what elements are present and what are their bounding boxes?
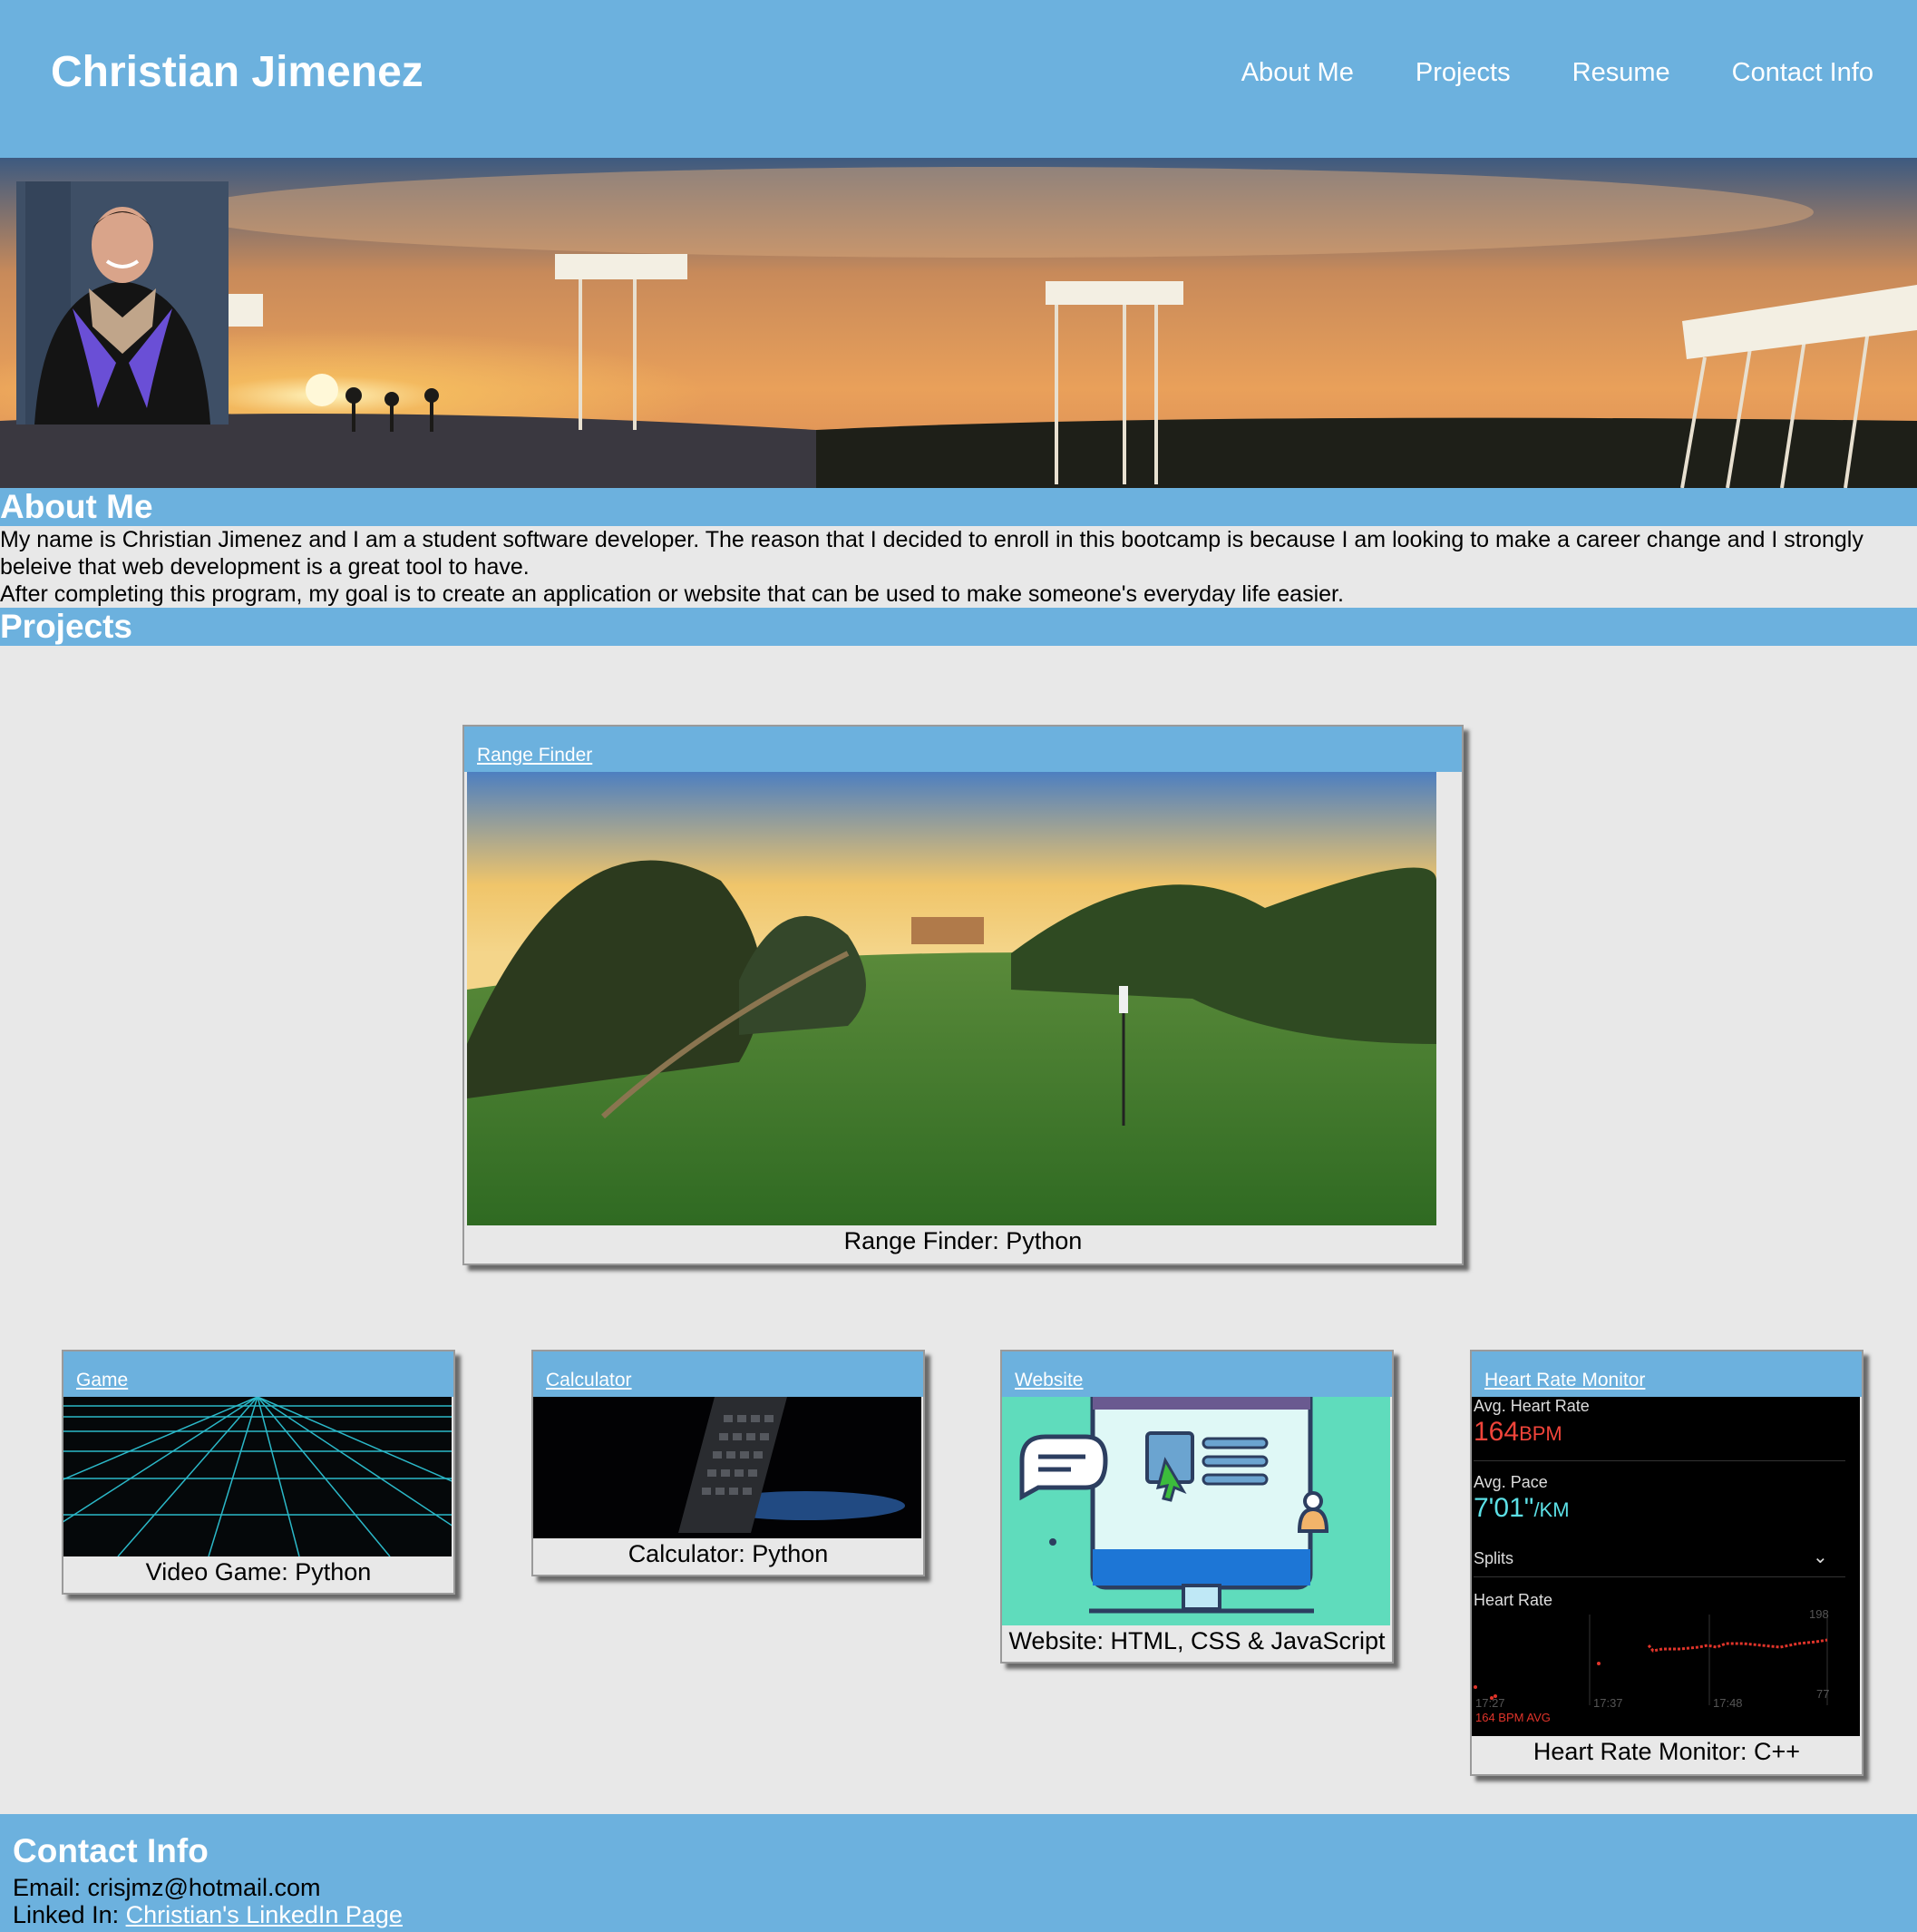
nav-projects[interactable]: Projects xyxy=(1416,58,1511,88)
site-title: Christian Jimenez xyxy=(51,48,423,96)
graph-max-label: 198 xyxy=(1809,1607,1829,1621)
email-line: Email: crisjmz@hotmail.com xyxy=(13,1874,320,1902)
about-me-heading: About Me xyxy=(0,488,153,525)
project-link-website[interactable]: Website xyxy=(1015,1370,1083,1391)
hero-banner xyxy=(0,158,1917,488)
project-caption-heart-rate-monitor: Heart Rate Monitor: C++ xyxy=(1533,1738,1801,1765)
hr-avg-value: 164BPM xyxy=(1474,1417,1562,1447)
linkedin-label: Linked In: xyxy=(13,1901,126,1928)
card-header: Calculator xyxy=(533,1351,923,1397)
game-image xyxy=(63,1397,452,1556)
card-header: Website xyxy=(1002,1351,1392,1397)
email-label: Email: xyxy=(13,1874,88,1901)
card-header: Game xyxy=(63,1351,453,1397)
nav-about-me[interactable]: About Me xyxy=(1241,58,1354,88)
about-me-text: My name is Christian Jimenez and I am a … xyxy=(0,526,1904,608)
project-card-heart-rate-monitor: Heart Rate Monitor Avg. Heart Rate 164BP… xyxy=(1470,1350,1863,1776)
project-caption-game: Video Game: Python xyxy=(145,1558,372,1586)
site-header: Christian Jimenez About Me Projects Resu… xyxy=(0,0,1917,158)
project-card-game: Game Video Game: Python xyxy=(62,1350,455,1595)
graph-min-label: 77 xyxy=(1816,1687,1830,1701)
website-image xyxy=(1002,1397,1390,1625)
profile-photo xyxy=(16,181,229,424)
heart-rate-image: Avg. Heart Rate 164BPM Avg. Pace 7'01"/K… xyxy=(1472,1397,1860,1736)
project-caption-website: Website: HTML, CSS & JavaScript xyxy=(1008,1627,1386,1654)
time-label-3: 17:48 xyxy=(1713,1696,1743,1710)
chevron-down-icon: ⌄ xyxy=(1813,1547,1828,1567)
project-card-website: Website Website: HTML, CSS & JavaScript xyxy=(1000,1350,1394,1664)
email-address: crisjmz@hotmail.com xyxy=(87,1874,321,1901)
about-paragraph-2: After completing this program, my goal i… xyxy=(0,581,1344,607)
project-card-calculator: Calculator Calculator: Python xyxy=(531,1350,925,1576)
contact-heading: Contact Info xyxy=(13,1832,209,1869)
time-label-1: 17:27 xyxy=(1475,1696,1505,1710)
card-header: Heart Rate Monitor xyxy=(1472,1351,1862,1397)
project-link-calculator[interactable]: Calculator xyxy=(546,1370,632,1391)
nav-resume[interactable]: Resume xyxy=(1572,58,1670,88)
nav-contact-info[interactable]: Contact Info xyxy=(1732,58,1873,88)
project-link-game[interactable]: Game xyxy=(76,1370,128,1391)
projects-bar: Projects xyxy=(0,608,1917,646)
project-caption-range-finder: Range Finder: Python xyxy=(843,1227,1083,1254)
time-label-2: 17:37 xyxy=(1593,1696,1623,1710)
pace-label: Avg. Pace xyxy=(1474,1473,1548,1491)
about-paragraph-1: My name is Christian Jimenez and I am a … xyxy=(0,527,1863,580)
project-link-range-finder[interactable]: Range Finder xyxy=(477,745,592,766)
avg-footer: 164 BPM AVG xyxy=(1475,1711,1551,1724)
range-finder-image xyxy=(467,772,1436,1225)
contact-footer: Contact Info Email: crisjmz@hotmail.com … xyxy=(0,1814,1917,1932)
pace-value: 7'01"/KM xyxy=(1474,1493,1570,1523)
projects-heading: Projects xyxy=(0,608,133,645)
hr-avg-label: Avg. Heart Rate xyxy=(1474,1397,1590,1415)
main-nav: About Me Projects Resume Contact Info xyxy=(1241,58,1873,88)
divider xyxy=(1474,1460,1845,1461)
divider xyxy=(1474,1576,1845,1577)
project-card-range-finder: Range Finder Range Finder: Python xyxy=(462,725,1464,1265)
linkedin-line: Linked In: Christian's LinkedIn Page xyxy=(13,1901,403,1929)
calculator-image xyxy=(533,1397,921,1538)
card-header: Range Finder xyxy=(464,727,1462,772)
splits-label: Splits xyxy=(1474,1549,1514,1567)
linkedin-link[interactable]: Christian's LinkedIn Page xyxy=(126,1901,403,1928)
about-me-bar: About Me xyxy=(0,488,1917,526)
project-link-heart-rate-monitor[interactable]: Heart Rate Monitor xyxy=(1484,1370,1645,1391)
project-caption-calculator: Calculator: Python xyxy=(628,1540,829,1567)
